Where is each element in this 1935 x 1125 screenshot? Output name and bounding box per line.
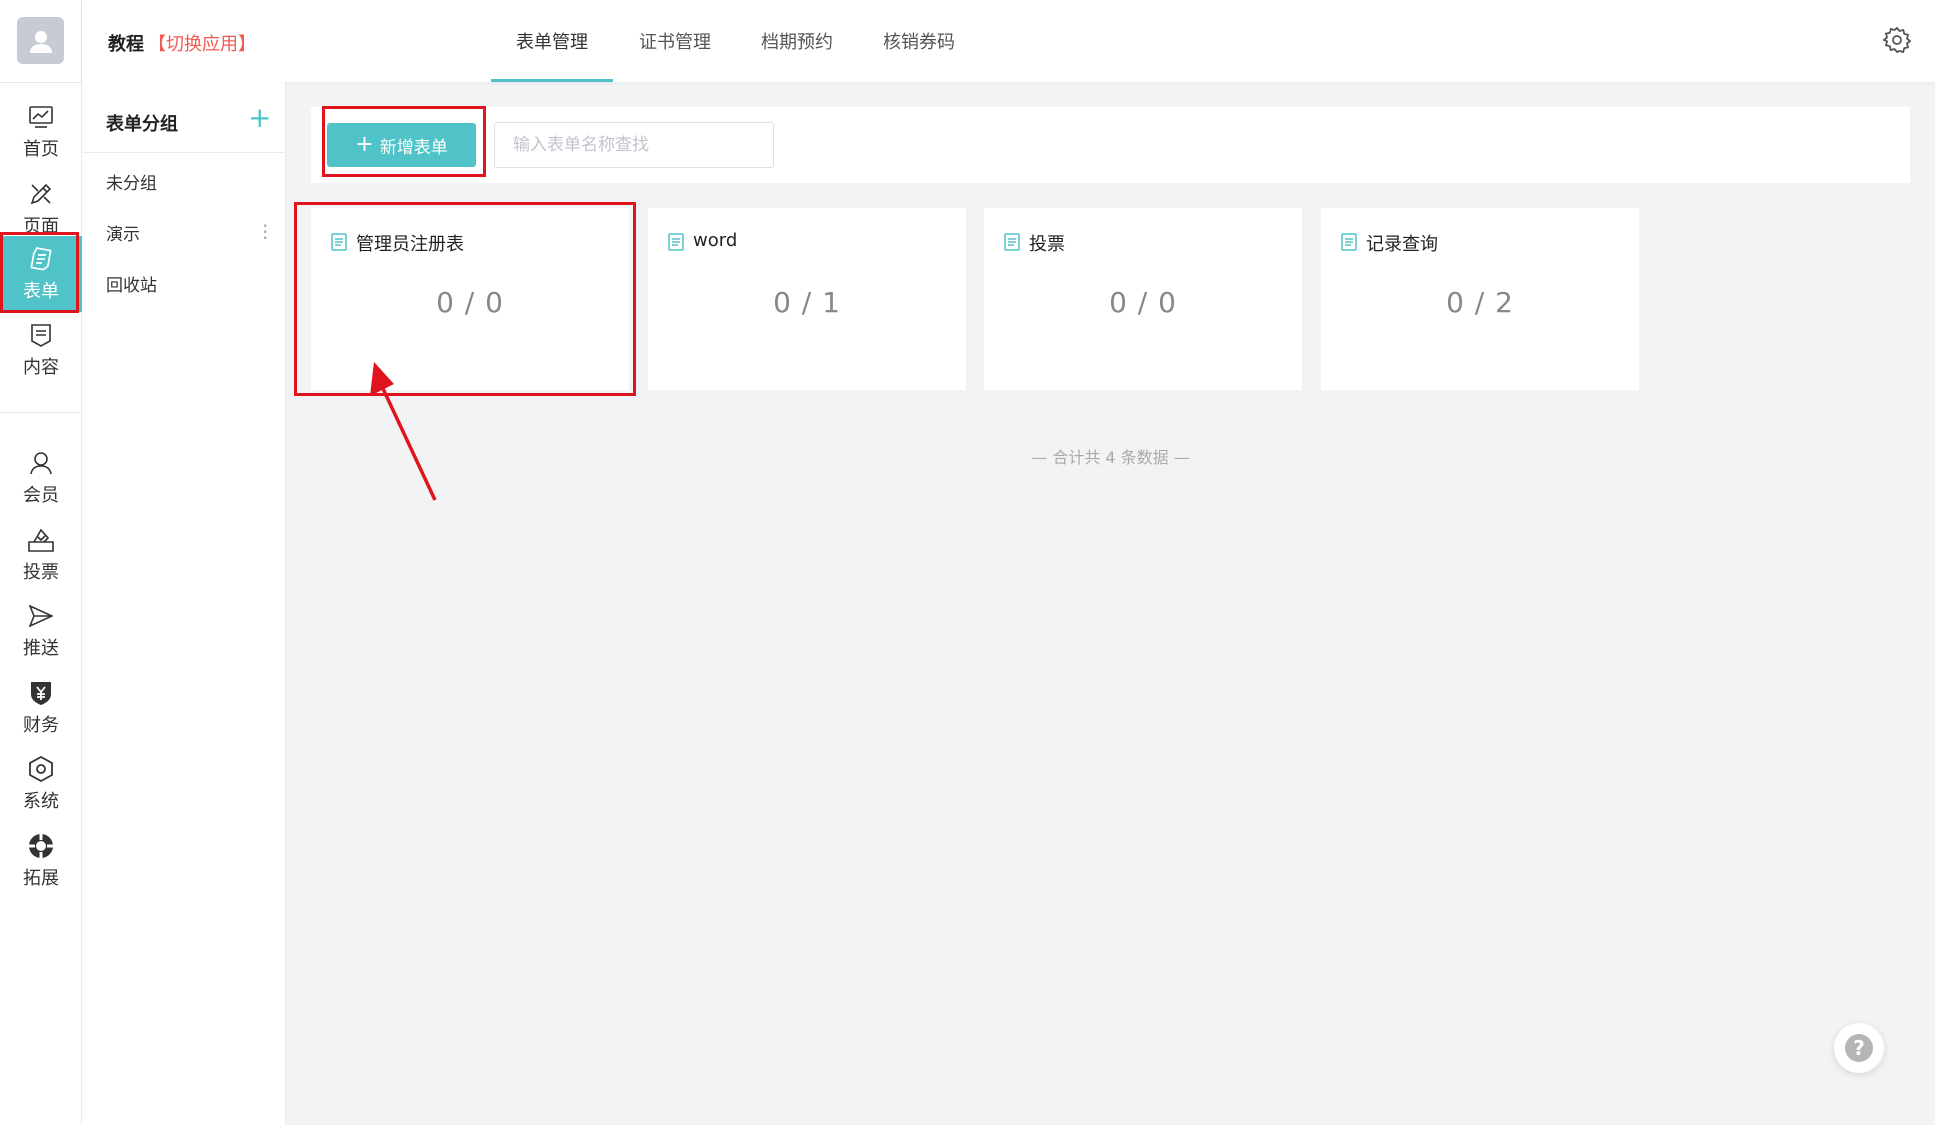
nav-item-vote[interactable]: 投票 [0,517,82,593]
group-item-ungrouped[interactable]: 未分组 [106,169,157,194]
chart-icon [27,103,55,131]
avatar[interactable] [17,17,64,64]
form-card-stat: 0 / 1 [773,286,841,319]
group-item-demo[interactable]: 演示 [106,220,140,245]
form-doc-icon [1004,233,1020,251]
nav-item-home[interactable]: 首页 [0,94,82,170]
nav-item-finance[interactable]: 财务 [0,670,82,746]
switch-app-link[interactable]: 【切换应用】 [148,30,256,56]
brush-icon [27,180,55,208]
nav-item-forms[interactable]: 表单 [0,236,82,312]
nav-item-label: 财务 [23,715,59,736]
form-card-name: 管理员注册表 [356,234,464,255]
group-panel-title: 表单分组 [106,114,178,135]
nav-item-label: 推送 [23,638,59,659]
form-card[interactable]: 投票 0 / 0 [984,208,1302,390]
nav-item-label: 首页 [23,139,59,160]
form-card-stat: 0 / 2 [1446,286,1514,319]
group-more-icon[interactable]: · · · [262,216,268,248]
user-icon [27,449,55,477]
nav-item-label: 页面 [23,216,59,237]
add-form-button[interactable]: + 新增表单 [327,123,476,167]
form-toolbar: + 新增表单 [311,107,1910,183]
question-icon: ? [1845,1034,1873,1062]
add-group-button[interactable]: + [248,104,271,132]
form-icon [27,245,55,273]
nav-item-label: 拓展 [23,868,59,889]
nav-item-label: 投票 [23,562,59,583]
nav-item-content[interactable]: 内容 [0,312,82,388]
app-title: 教程 [108,34,144,55]
form-search-input[interactable] [494,122,774,168]
tab-certificate-management[interactable]: 证书管理 [639,28,711,54]
active-tab-indicator [491,79,613,82]
form-doc-icon [668,233,684,251]
form-card-name: word [693,230,738,251]
nav-item-push[interactable]: 推送 [0,593,82,669]
form-card[interactable]: 管理员注册表 0 / 0 [311,208,629,390]
nav-item-label: 表单 [23,281,59,302]
total-count-text: — 合计共 4 条数据 — [1031,448,1190,467]
add-form-label: 新增表单 [379,137,448,158]
tab-form-management[interactable]: 表单管理 [516,28,588,54]
nav-item-system[interactable]: 系统 [0,746,82,822]
form-card[interactable]: word 0 / 1 [648,208,966,390]
help-button[interactable]: ? [1834,1023,1884,1073]
document-icon [27,321,55,349]
form-group-panel: 表单分组 + 未分组 演示 · · · 回收站 [82,82,286,1125]
form-card-name: 投票 [1029,234,1065,255]
hex-gear-icon [27,755,55,783]
settings-gear-icon[interactable] [1883,26,1911,54]
tab-coupon-redemption[interactable]: 核销券码 [883,28,955,54]
form-card-name: 记录查询 [1366,234,1438,255]
tab-schedule-booking[interactable]: 档期预约 [761,28,833,54]
group-item-recycle-bin[interactable]: 回收站 [106,271,157,296]
main-nav-rail: 首页 页面 表单 内容 会员 投票 推送 财务 系统 拓展 [0,0,82,1125]
form-card[interactable]: 记录查询 0 / 2 [1321,208,1639,390]
form-card-stat: 0 / 0 [436,286,504,319]
nav-item-label: 会员 [23,485,59,506]
user-avatar-icon [29,30,52,53]
form-doc-icon [1341,233,1357,251]
top-bar: 教程 【切换应用】 表单管理 证书管理 档期预约 核销券码 [82,0,1935,82]
vote-icon [27,526,55,554]
yen-shield-icon [27,679,55,707]
nav-item-label: 系统 [23,791,59,812]
form-card-stat: 0 / 0 [1109,286,1177,319]
send-icon [27,602,55,630]
nav-item-members[interactable]: 会员 [0,440,82,516]
nav-item-extensions[interactable]: 拓展 [0,823,82,899]
lifebuoy-icon [27,832,55,860]
nav-item-label: 内容 [23,357,59,378]
plus-icon: + [355,132,374,157]
form-doc-icon [331,233,347,251]
